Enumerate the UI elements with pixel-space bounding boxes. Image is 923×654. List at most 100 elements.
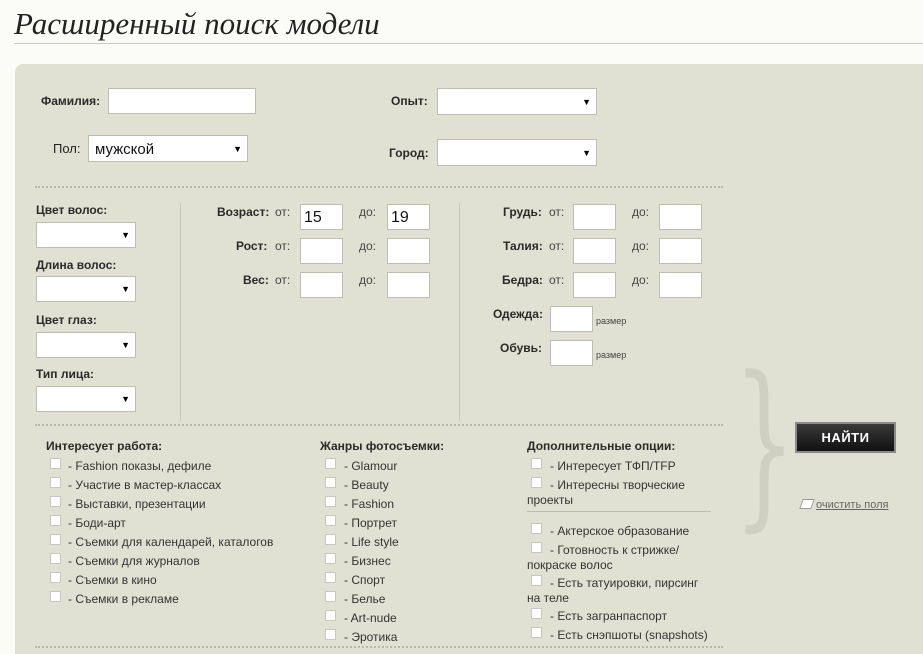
weight-from-label: от: bbox=[275, 273, 291, 287]
extra-option-checkbox[interactable] bbox=[531, 608, 542, 619]
extra-option-checkbox[interactable] bbox=[531, 477, 542, 488]
weight-from-input[interactable] bbox=[300, 272, 343, 298]
work-option-checkbox[interactable] bbox=[50, 591, 61, 602]
genre-option-checkbox[interactable] bbox=[325, 477, 336, 488]
extra-option-checkbox[interactable] bbox=[531, 575, 542, 586]
work-option-checkbox[interactable] bbox=[50, 553, 61, 564]
genre-option-label: - Life style bbox=[344, 535, 399, 549]
genre-option-checkbox[interactable] bbox=[325, 591, 336, 602]
chevron-down-icon: ▼ bbox=[121, 340, 130, 350]
options-group-title: Дополнительные опции: bbox=[527, 439, 676, 453]
city-label: Город: bbox=[389, 146, 429, 160]
work-option-checkbox[interactable] bbox=[50, 572, 61, 583]
chest-to-input[interactable] bbox=[659, 204, 702, 230]
options-separator bbox=[527, 511, 711, 512]
chevron-down-icon: ▼ bbox=[121, 394, 130, 404]
chest-from-label: от: bbox=[549, 205, 565, 219]
search-button[interactable]: НАЙТИ bbox=[795, 422, 896, 453]
hair-length-select[interactable]: ▼ bbox=[36, 276, 136, 302]
extra-option-label: - Есть татуировки, пирсинг bbox=[550, 576, 699, 590]
work-option-label: - Выставки, презентации bbox=[68, 497, 206, 511]
work-option-checkbox[interactable] bbox=[50, 496, 61, 507]
extra-option-label: - Актерское образование bbox=[550, 524, 690, 538]
eye-color-label: Цвет глаз: bbox=[36, 313, 97, 327]
clothes-size-input[interactable] bbox=[550, 306, 593, 332]
extra-option-label: - Интересны творческие bbox=[550, 478, 685, 492]
genre-option-checkbox[interactable] bbox=[325, 496, 336, 507]
page-title: Расширенный поиск модели bbox=[14, 6, 380, 41]
chevron-down-icon: ▼ bbox=[121, 284, 130, 294]
experience-label: Опыт: bbox=[391, 94, 428, 108]
age-to-label: до: bbox=[359, 205, 377, 219]
work-option-label: - Боди-арт bbox=[68, 516, 126, 530]
genre-option-label: - Art-nude bbox=[344, 611, 397, 625]
chevron-down-icon: ▼ bbox=[582, 96, 591, 107]
work-option-checkbox[interactable] bbox=[50, 477, 61, 488]
genre-option-checkbox[interactable] bbox=[325, 610, 336, 621]
genre-option-label: - Портрет bbox=[344, 516, 397, 530]
title-underline bbox=[14, 43, 923, 44]
work-option-checkbox[interactable] bbox=[50, 515, 61, 526]
hips-to-label: до: bbox=[632, 273, 650, 287]
genre-option-checkbox[interactable] bbox=[325, 629, 336, 640]
work-group-title: Интересует работа: bbox=[46, 439, 163, 453]
extra-option-checkbox[interactable] bbox=[531, 523, 542, 534]
extra-option-label: - Готовность к стрижке/ bbox=[550, 543, 680, 557]
weight-label: Вес: bbox=[243, 273, 269, 287]
work-option-label: - Съемки для журналов bbox=[68, 554, 200, 568]
genre-option-label: - Beauty bbox=[344, 478, 389, 492]
genre-option-label: - Glamour bbox=[344, 459, 398, 473]
height-to-label: до: bbox=[359, 239, 377, 253]
genre-option-checkbox[interactable] bbox=[325, 572, 336, 583]
divider bbox=[35, 424, 723, 426]
face-type-select[interactable]: ▼ bbox=[36, 386, 136, 412]
genre-option-checkbox[interactable] bbox=[325, 515, 336, 526]
divider bbox=[35, 186, 723, 188]
shoes-size-label: размер bbox=[596, 350, 627, 360]
extra-option-checkbox[interactable] bbox=[531, 542, 542, 553]
extra-option-checkbox[interactable] bbox=[531, 627, 542, 638]
extra-option-checkbox[interactable] bbox=[531, 458, 542, 469]
height-to-input[interactable] bbox=[387, 238, 430, 264]
chest-from-input[interactable] bbox=[573, 204, 616, 230]
hips-from-input[interactable] bbox=[573, 272, 616, 298]
waist-to-label: до: bbox=[632, 239, 650, 253]
shoes-size-input[interactable] bbox=[550, 340, 593, 366]
age-from-input[interactable] bbox=[300, 204, 343, 230]
work-option-label: - Fashion показы, дефиле bbox=[68, 459, 212, 473]
waist-from-input[interactable] bbox=[573, 238, 616, 264]
city-select[interactable]: ▼ bbox=[437, 139, 597, 166]
genre-option-checkbox[interactable] bbox=[325, 534, 336, 545]
genre-option-checkbox[interactable] bbox=[325, 458, 336, 469]
hair-color-label: Цвет волос: bbox=[36, 203, 108, 217]
extra-option-label: - Есть загранпаспорт bbox=[550, 609, 668, 623]
weight-to-input[interactable] bbox=[387, 272, 430, 298]
genre-option-label: - Бизнес bbox=[344, 554, 391, 568]
height-from-input[interactable] bbox=[300, 238, 343, 264]
height-label: Рост: bbox=[236, 239, 268, 253]
genre-option-label: - Fashion bbox=[344, 497, 395, 511]
weight-to-label: до: bbox=[359, 273, 377, 287]
hips-from-label: от: bbox=[549, 273, 565, 287]
genres-group-title: Жанры фотосъемки: bbox=[320, 439, 445, 453]
experience-select[interactable]: ▼ bbox=[437, 88, 597, 115]
work-option-checkbox[interactable] bbox=[50, 534, 61, 545]
age-to-input[interactable] bbox=[387, 204, 430, 230]
work-option-label: - Участие в мастер-классах bbox=[68, 478, 222, 492]
surname-input[interactable] bbox=[108, 88, 256, 114]
genre-option-checkbox[interactable] bbox=[325, 553, 336, 564]
gender-select[interactable]: мужской ▼ bbox=[88, 135, 248, 162]
surname-label: Фамилия: bbox=[41, 94, 101, 108]
waist-to-input[interactable] bbox=[659, 238, 702, 264]
genre-option-label: - Белье bbox=[344, 592, 386, 606]
hair-color-select[interactable]: ▼ bbox=[36, 222, 136, 248]
work-option-checkbox[interactable] bbox=[50, 458, 61, 469]
hips-to-input[interactable] bbox=[659, 272, 702, 298]
shoes-label: Обувь: bbox=[500, 341, 543, 355]
clear-fields-link[interactable]: очистить поля bbox=[799, 499, 888, 511]
chevron-down-icon: ▼ bbox=[233, 143, 242, 154]
work-option-label: - Съемки в рекламе bbox=[68, 592, 179, 606]
eye-color-select[interactable]: ▼ bbox=[36, 332, 136, 358]
extra-option-label: проекты bbox=[527, 493, 574, 507]
waist-label: Талия: bbox=[503, 239, 543, 253]
